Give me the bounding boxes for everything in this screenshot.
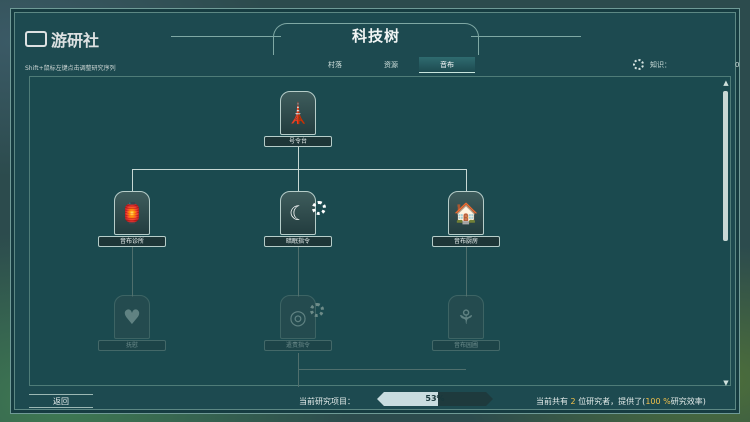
scrollbar[interactable]: ▲ ▼	[722, 79, 730, 387]
connector-line-locked	[298, 353, 299, 387]
bell-clinic-icon: 🏮	[114, 191, 150, 235]
tab-village[interactable]: 村落	[307, 57, 363, 73]
connector-line-locked	[466, 247, 467, 297]
tab-yinbu[interactable]: 音布	[419, 57, 475, 73]
footer: 返回 当前研究项目： 53% 当前共有 2 位研究者，提供了(100 %研究效率…	[11, 387, 741, 413]
category-tabs: 村落 资源 音布	[307, 57, 475, 73]
tech-node-label: 遣责指令	[264, 340, 332, 351]
connector-line-locked	[298, 247, 299, 297]
watermark-logo-icon	[25, 31, 47, 47]
scroll-thumb[interactable]	[723, 91, 728, 241]
tech-node-sleep-command[interactable]: ☾ 暗眠指令	[258, 191, 338, 253]
tech-node-garden[interactable]: ⚘ 音布园圃	[426, 295, 506, 357]
tech-node-label: 音布诊所	[98, 236, 166, 247]
researcher-count: 2	[570, 397, 576, 406]
research-info-mid: 位研究者，提供了(	[578, 397, 646, 406]
research-info-pre: 当前共有	[536, 397, 568, 406]
sprout-icon: ⚘	[448, 295, 484, 339]
scroll-up-icon[interactable]: ▲	[722, 79, 730, 87]
researching-gear-icon	[312, 201, 326, 215]
tech-node-label: 抚慰	[98, 340, 166, 351]
connector-line	[466, 169, 467, 191]
watermark-text: 游研社	[51, 31, 100, 50]
back-button[interactable]: 返回	[29, 394, 93, 408]
moon-icon: ☾	[280, 191, 316, 235]
scroll-down-icon[interactable]: ▼	[722, 379, 730, 387]
horn-tower-icon: 🗼	[280, 91, 316, 135]
tech-node-bell-clinic[interactable]: 🏮 音布诊所	[92, 191, 172, 253]
knowledge-counter: 知识： 0	[633, 59, 739, 70]
research-progress-bar: 53%	[377, 392, 493, 406]
heart-hands-icon: ♥	[114, 295, 150, 339]
tech-node-dismiss-command[interactable]: ◎ 遣责指令	[258, 295, 338, 357]
watermark: 游研社	[25, 27, 99, 51]
tech-node-label: 音布园圃	[432, 340, 500, 351]
progress-text: 53%	[425, 394, 445, 403]
page-title: 科技树	[351, 27, 400, 45]
connector-line	[132, 169, 133, 191]
tech-tree-panel: 科技树 游研社 Shift+鼠标左键点击调整研究序列 村落 资源 音布 知识： …	[10, 8, 740, 414]
tab-resources[interactable]: 资源	[363, 57, 419, 73]
research-efficiency: 100 %	[645, 397, 671, 406]
research-info: 当前共有 2 位研究者，提供了(100 %研究效率)	[536, 396, 706, 407]
hint-text: Shift+鼠标左键点击调整研究序列	[25, 65, 116, 72]
research-info-post: 研究效率)	[670, 397, 706, 406]
coin-icon: ◎	[280, 295, 316, 339]
connector-line-locked	[132, 247, 133, 297]
connector-line	[298, 169, 299, 191]
connector-line	[132, 169, 466, 170]
tech-node-comfort[interactable]: ♥ 抚慰	[92, 295, 172, 357]
tech-node-label: 音布厨房	[432, 236, 500, 247]
gear-icon	[310, 303, 324, 317]
tech-node-horn-tower[interactable]: 🗼 号令台	[258, 91, 338, 153]
current-research-label: 当前研究项目：	[299, 397, 355, 406]
connector-line-locked	[298, 369, 466, 370]
knowledge-label: 知识：	[650, 60, 671, 69]
tech-node-label: 号令台	[264, 136, 332, 147]
header: 科技树 游研社 Shift+鼠标左键点击调整研究序列 村落 资源 音布 知识： …	[11, 9, 741, 73]
tech-node-kitchen[interactable]: 🏠 音布厨房	[426, 191, 506, 253]
tech-node-label: 暗眠指令	[264, 236, 332, 247]
knowledge-value: 0	[735, 60, 740, 69]
tech-tree-area[interactable]: 🗼 号令台 🏮 音布诊所 ☾ 暗眠指令 🏠 音布厨房 ♥ 抚慰 ◎ 遣责指令 ⚘	[29, 76, 731, 387]
kitchen-icon: 🏠	[448, 191, 484, 235]
gear-icon	[633, 59, 644, 70]
